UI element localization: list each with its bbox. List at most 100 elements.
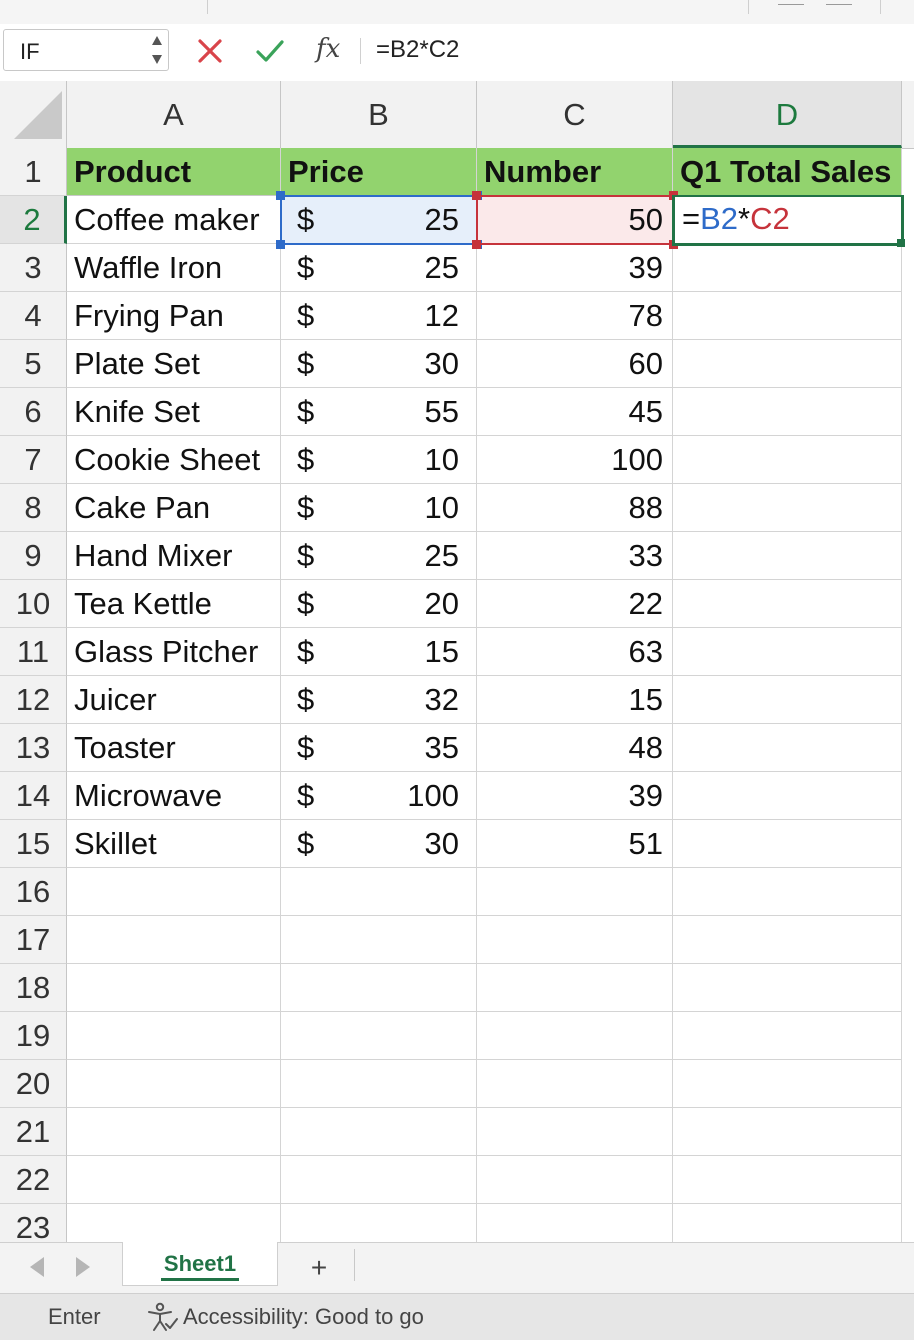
number-cell[interactable]: 45 xyxy=(477,388,673,436)
empty-cell[interactable] xyxy=(67,1156,281,1204)
header-cell-q1-total-sales[interactable]: Q1 Total Sales xyxy=(673,148,902,196)
total-sales-cell[interactable] xyxy=(673,580,902,628)
row-header-16[interactable]: 16 xyxy=(0,868,67,916)
price-cell[interactable]: $20 xyxy=(281,580,477,628)
empty-cell[interactable] xyxy=(67,964,281,1012)
row-header-13[interactable]: 13 xyxy=(0,724,67,772)
product-cell[interactable]: Glass Pitcher xyxy=(67,628,281,676)
total-sales-cell[interactable] xyxy=(673,532,902,580)
empty-cell[interactable] xyxy=(281,1204,477,1242)
empty-cell[interactable] xyxy=(281,1156,477,1204)
number-cell[interactable]: 50 xyxy=(477,196,673,244)
empty-cell[interactable] xyxy=(477,1108,673,1156)
product-cell[interactable]: Plate Set xyxy=(67,340,281,388)
product-cell[interactable]: Cookie Sheet xyxy=(67,436,281,484)
total-sales-cell[interactable] xyxy=(673,388,902,436)
row-header-11[interactable]: 11 xyxy=(0,628,67,676)
product-cell[interactable]: Toaster xyxy=(67,724,281,772)
stepper-arrows-icon[interactable] xyxy=(150,33,164,67)
total-sales-cell[interactable] xyxy=(673,340,902,388)
empty-cell[interactable] xyxy=(281,1060,477,1108)
empty-cell[interactable] xyxy=(673,1108,902,1156)
row-header-10[interactable]: 10 xyxy=(0,580,67,628)
empty-cell[interactable] xyxy=(477,964,673,1012)
number-cell[interactable]: 15 xyxy=(477,676,673,724)
reference-handle[interactable] xyxy=(472,191,481,200)
row-header-8[interactable]: 8 xyxy=(0,484,67,532)
empty-cell[interactable] xyxy=(477,1156,673,1204)
price-cell[interactable]: $30 xyxy=(281,340,477,388)
number-cell[interactable]: 51 xyxy=(477,820,673,868)
empty-cell[interactable] xyxy=(67,1060,281,1108)
product-cell[interactable]: Hand Mixer xyxy=(67,532,281,580)
cancel-icon[interactable] xyxy=(196,36,224,66)
reference-handle[interactable] xyxy=(276,191,285,200)
column-header-c[interactable]: C xyxy=(477,81,673,148)
header-cell-price[interactable]: Price xyxy=(281,148,477,196)
triangle-left-icon[interactable] xyxy=(30,1257,44,1277)
number-cell[interactable]: 60 xyxy=(477,340,673,388)
row-header-15[interactable]: 15 xyxy=(0,820,67,868)
column-header-b[interactable]: B xyxy=(281,81,477,148)
editing-cell-d2[interactable]: =B2*C2 xyxy=(675,197,901,243)
price-cell[interactable]: $10 xyxy=(281,436,477,484)
triangle-right-icon[interactable] xyxy=(76,1257,90,1277)
number-cell[interactable]: 33 xyxy=(477,532,673,580)
empty-cell[interactable] xyxy=(281,1012,477,1060)
row-header-1[interactable]: 1 xyxy=(0,148,67,196)
empty-cell[interactable] xyxy=(673,1060,902,1108)
reference-handle[interactable] xyxy=(472,240,481,249)
number-cell[interactable]: 100 xyxy=(477,436,673,484)
price-cell[interactable]: $55 xyxy=(281,388,477,436)
empty-cell[interactable] xyxy=(281,964,477,1012)
total-sales-cell[interactable] xyxy=(673,676,902,724)
product-cell[interactable]: Cake Pan xyxy=(67,484,281,532)
price-cell[interactable]: $25 xyxy=(281,244,477,292)
header-cell-number[interactable]: Number xyxy=(477,148,673,196)
empty-cell[interactable] xyxy=(673,1204,902,1242)
header-cell-product[interactable]: Product xyxy=(67,148,281,196)
accessibility-status[interactable]: Accessibility: Good to go xyxy=(183,1304,424,1330)
empty-cell[interactable] xyxy=(673,1012,902,1060)
price-cell[interactable]: $25 xyxy=(281,532,477,580)
reference-handle[interactable] xyxy=(276,240,285,249)
check-icon[interactable] xyxy=(255,36,285,66)
row-header-12[interactable]: 12 xyxy=(0,676,67,724)
price-cell[interactable]: $30 xyxy=(281,820,477,868)
number-cell[interactable]: 78 xyxy=(477,292,673,340)
empty-cell[interactable] xyxy=(673,868,902,916)
price-cell[interactable]: $32 xyxy=(281,676,477,724)
product-cell[interactable]: Knife Set xyxy=(67,388,281,436)
total-sales-cell[interactable] xyxy=(673,820,902,868)
number-cell[interactable]: 22 xyxy=(477,580,673,628)
fill-handle[interactable] xyxy=(897,239,905,247)
row-header-9[interactable]: 9 xyxy=(0,532,67,580)
add-sheet-button[interactable]: + xyxy=(305,1252,333,1284)
empty-cell[interactable] xyxy=(67,1204,281,1242)
accessibility-icon[interactable] xyxy=(146,1302,178,1332)
spreadsheet-grid[interactable]: A B C D 1 Product Price Number Q1 Total … xyxy=(0,81,914,1242)
column-header-a[interactable]: A xyxy=(67,81,281,148)
price-cell[interactable]: $25 xyxy=(281,196,477,244)
product-cell[interactable]: Coffee maker xyxy=(67,196,281,244)
row-header-17[interactable]: 17 xyxy=(0,916,67,964)
number-cell[interactable]: 88 xyxy=(477,484,673,532)
total-sales-cell[interactable] xyxy=(673,628,902,676)
row-header-22[interactable]: 22 xyxy=(0,1156,67,1204)
product-cell[interactable]: Juicer xyxy=(67,676,281,724)
total-sales-cell[interactable] xyxy=(673,436,902,484)
empty-cell[interactable] xyxy=(477,1204,673,1242)
total-sales-cell[interactable] xyxy=(673,772,902,820)
empty-cell[interactable] xyxy=(281,916,477,964)
row-header-20[interactable]: 20 xyxy=(0,1060,67,1108)
product-cell[interactable]: Frying Pan xyxy=(67,292,281,340)
empty-cell[interactable] xyxy=(673,916,902,964)
row-header-14[interactable]: 14 xyxy=(0,772,67,820)
total-sales-cell[interactable] xyxy=(673,724,902,772)
product-cell[interactable]: Microwave xyxy=(67,772,281,820)
row-header-2[interactable]: 2 xyxy=(0,196,67,244)
empty-cell[interactable] xyxy=(673,1156,902,1204)
product-cell[interactable]: Tea Kettle xyxy=(67,580,281,628)
row-header-19[interactable]: 19 xyxy=(0,1012,67,1060)
empty-cell[interactable] xyxy=(67,868,281,916)
